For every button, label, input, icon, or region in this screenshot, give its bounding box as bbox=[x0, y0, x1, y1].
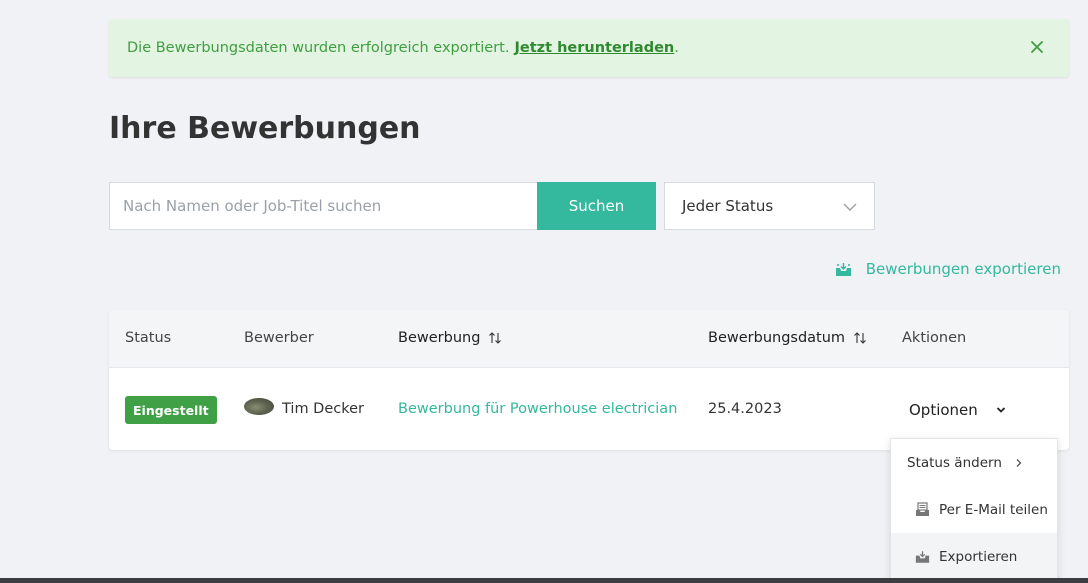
applications-table: Status Bewerber Bewerbung Bewerbungsdatu… bbox=[109, 310, 1069, 450]
success-alert: Die Bewerbungsdaten wurden erfolgreich e… bbox=[109, 19, 1069, 77]
search-input[interactable] bbox=[109, 182, 539, 230]
export-tray-icon bbox=[835, 262, 851, 276]
close-icon bbox=[1031, 41, 1043, 53]
header-applicant: Bewerber bbox=[244, 330, 314, 346]
applicant-name: Tim Decker bbox=[282, 401, 364, 417]
table-header: Status Bewerber Bewerbung Bewerbungsdatu… bbox=[109, 310, 1069, 368]
page-title: Ihre Bewerbungen bbox=[109, 111, 421, 146]
alert-message: Die Bewerbungsdaten wurden erfolgreich e… bbox=[127, 40, 510, 56]
download-link[interactable]: Jetzt herunterladen bbox=[514, 40, 674, 56]
chevron-right-icon bbox=[1016, 458, 1022, 467]
options-label: Optionen bbox=[909, 401, 978, 419]
export-applications-label: Bewerbungen exportieren bbox=[865, 260, 1061, 278]
close-alert-button[interactable] bbox=[1025, 35, 1049, 59]
menu-item-share-email[interactable]: Per E-Mail teilen bbox=[891, 486, 1057, 533]
sort-icon bbox=[489, 332, 502, 344]
menu-item-export[interactable]: Exportieren bbox=[891, 533, 1057, 580]
options-dropdown-button[interactable]: Optionen bbox=[909, 401, 1006, 419]
alert-suffix: . bbox=[674, 40, 679, 56]
application-date: 25.4.2023 bbox=[708, 401, 782, 417]
chevron-down-icon bbox=[843, 203, 857, 211]
search-button[interactable]: Suchen bbox=[537, 182, 656, 230]
status-filter-select[interactable]: Jeder Status bbox=[664, 182, 875, 230]
header-actions: Aktionen bbox=[902, 330, 967, 346]
application-link[interactable]: Bewerbung für Powerhouse electrician bbox=[398, 401, 677, 417]
header-date-sort[interactable]: Bewerbungsdatum bbox=[708, 330, 867, 346]
export-applications-link[interactable]: Bewerbungen exportieren bbox=[835, 260, 1061, 278]
chevron-down-icon bbox=[996, 407, 1005, 413]
menu-item-label: Exportieren bbox=[939, 548, 1018, 565]
actions-menu: Status ändern Per E-Mail teilen Exportie… bbox=[890, 438, 1058, 583]
avatar bbox=[244, 398, 274, 415]
bottom-bar bbox=[0, 578, 1088, 583]
mail-tray-icon bbox=[916, 502, 929, 516]
menu-item-label: Per E-Mail teilen bbox=[939, 501, 1048, 518]
header-status: Status bbox=[125, 330, 172, 346]
header-application-sort[interactable]: Bewerbung bbox=[398, 330, 502, 346]
status-badge: Eingestellt bbox=[125, 396, 217, 424]
menu-item-change-status[interactable]: Status ändern bbox=[891, 439, 1057, 486]
export-tray-icon bbox=[915, 550, 930, 563]
menu-item-label: Status ändern bbox=[907, 454, 1002, 471]
status-filter-value: Jeder Status bbox=[682, 197, 774, 215]
sort-icon bbox=[854, 332, 866, 344]
